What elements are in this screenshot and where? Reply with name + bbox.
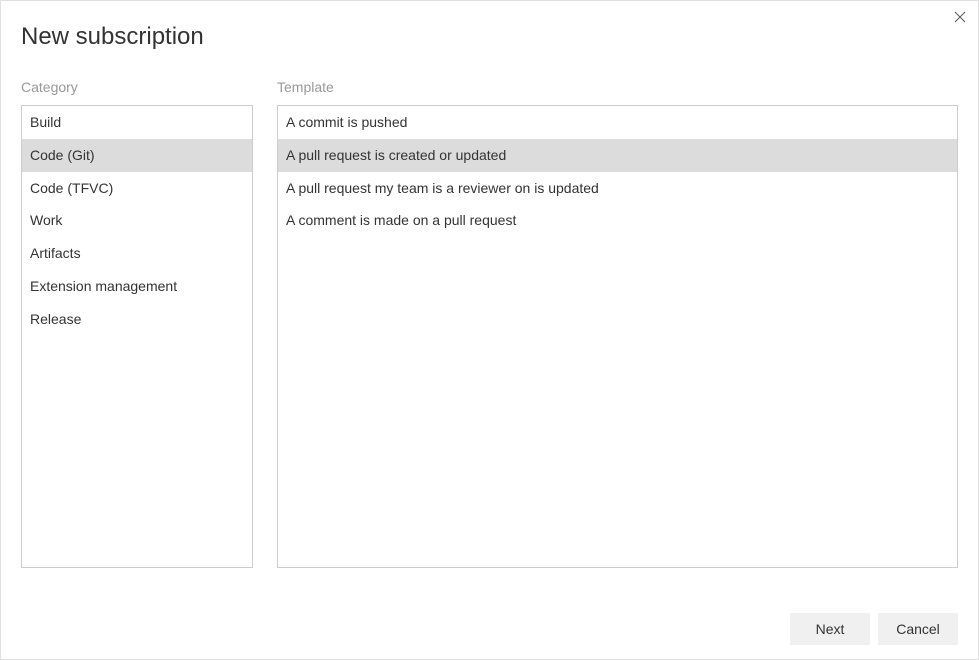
- category-item-build[interactable]: Build: [22, 106, 252, 139]
- template-item-pr-comment[interactable]: A comment is made on a pull request: [278, 204, 957, 237]
- category-item-code-tfvc[interactable]: Code (TFVC): [22, 172, 252, 205]
- dialog-content: Category Build Code (Git) Code (TFVC) Wo…: [1, 51, 978, 568]
- category-item-artifacts[interactable]: Artifacts: [22, 237, 252, 270]
- template-item-pr-team-reviewer-updated[interactable]: A pull request my team is a reviewer on …: [278, 172, 957, 205]
- category-item-code-git[interactable]: Code (Git): [22, 139, 252, 172]
- category-item-extension-management[interactable]: Extension management: [22, 270, 252, 303]
- category-column: Category Build Code (Git) Code (TFVC) Wo…: [21, 79, 253, 568]
- template-label: Template: [277, 79, 958, 95]
- dialog-footer: Next Cancel: [1, 568, 978, 659]
- template-column: Template A commit is pushed A pull reque…: [277, 79, 958, 568]
- template-item-pr-created-updated[interactable]: A pull request is created or updated: [278, 139, 957, 172]
- template-item-commit-pushed[interactable]: A commit is pushed: [278, 106, 957, 139]
- next-button[interactable]: Next: [790, 613, 870, 645]
- category-listbox[interactable]: Build Code (Git) Code (TFVC) Work Artifa…: [21, 105, 253, 568]
- close-button[interactable]: [950, 7, 970, 27]
- category-label: Category: [21, 79, 253, 95]
- close-icon: [954, 11, 966, 23]
- cancel-button[interactable]: Cancel: [878, 613, 958, 645]
- category-item-work[interactable]: Work: [22, 204, 252, 237]
- template-listbox[interactable]: A commit is pushed A pull request is cre…: [277, 105, 958, 568]
- new-subscription-dialog: New subscription Category Build Code (Gi…: [0, 0, 979, 660]
- dialog-title: New subscription: [1, 1, 978, 51]
- category-item-release[interactable]: Release: [22, 303, 252, 336]
